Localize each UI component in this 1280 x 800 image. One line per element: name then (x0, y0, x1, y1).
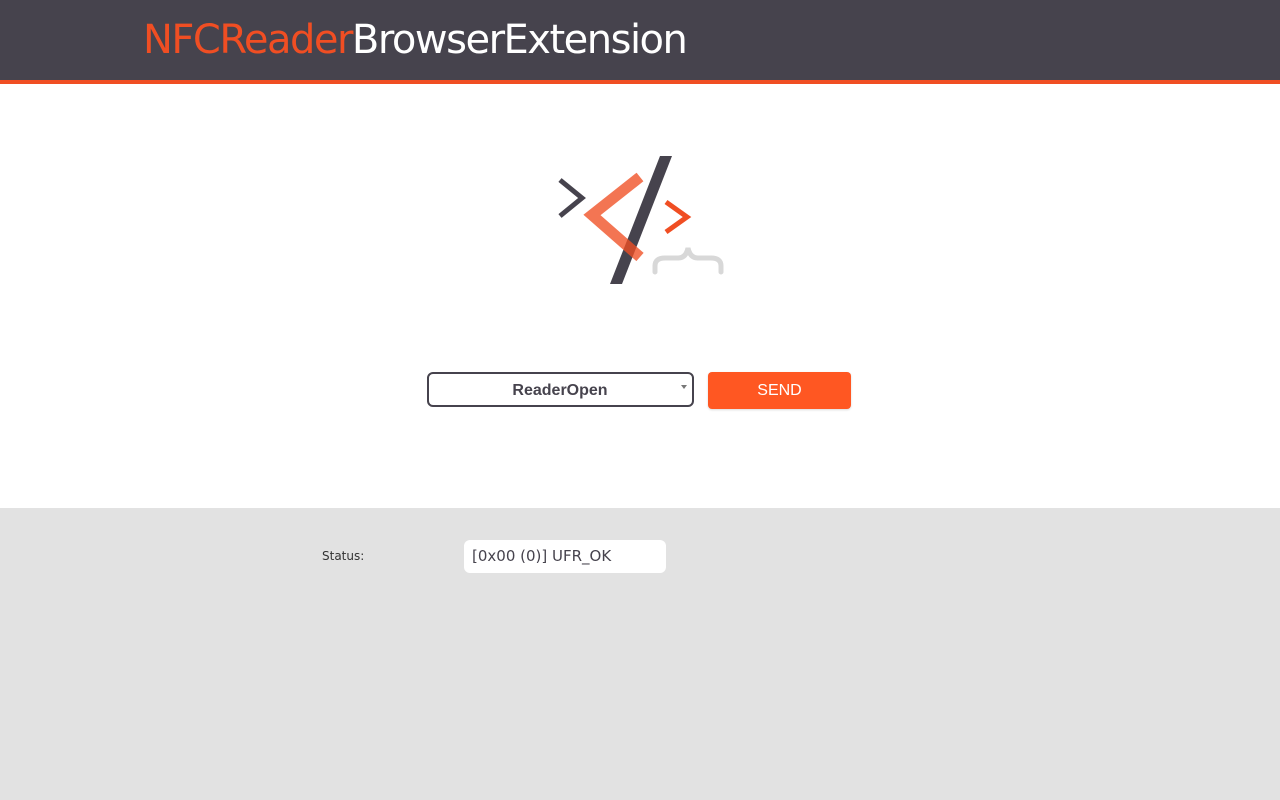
app-title-accent: NFCReader (143, 17, 353, 63)
command-controls: ReaderOpen SEND (427, 372, 857, 412)
send-button[interactable]: SEND (708, 372, 851, 409)
command-select-value: ReaderOpen (512, 382, 608, 399)
status-field: [0x00 (0)] UFR_OK (464, 540, 666, 573)
code-brackets-logo-icon (558, 156, 724, 284)
app-title: NFCReaderBrowserExtension (143, 14, 688, 66)
status-panel: Status: [0x00 (0)] UFR_OK (0, 508, 1280, 800)
chevron-down-icon (681, 385, 687, 389)
command-select[interactable]: ReaderOpen (427, 372, 694, 407)
status-label: Status: (322, 549, 365, 563)
app-header: NFCReaderBrowserExtension (0, 0, 1280, 84)
app-title-rest: BrowserExtension (351, 17, 688, 63)
